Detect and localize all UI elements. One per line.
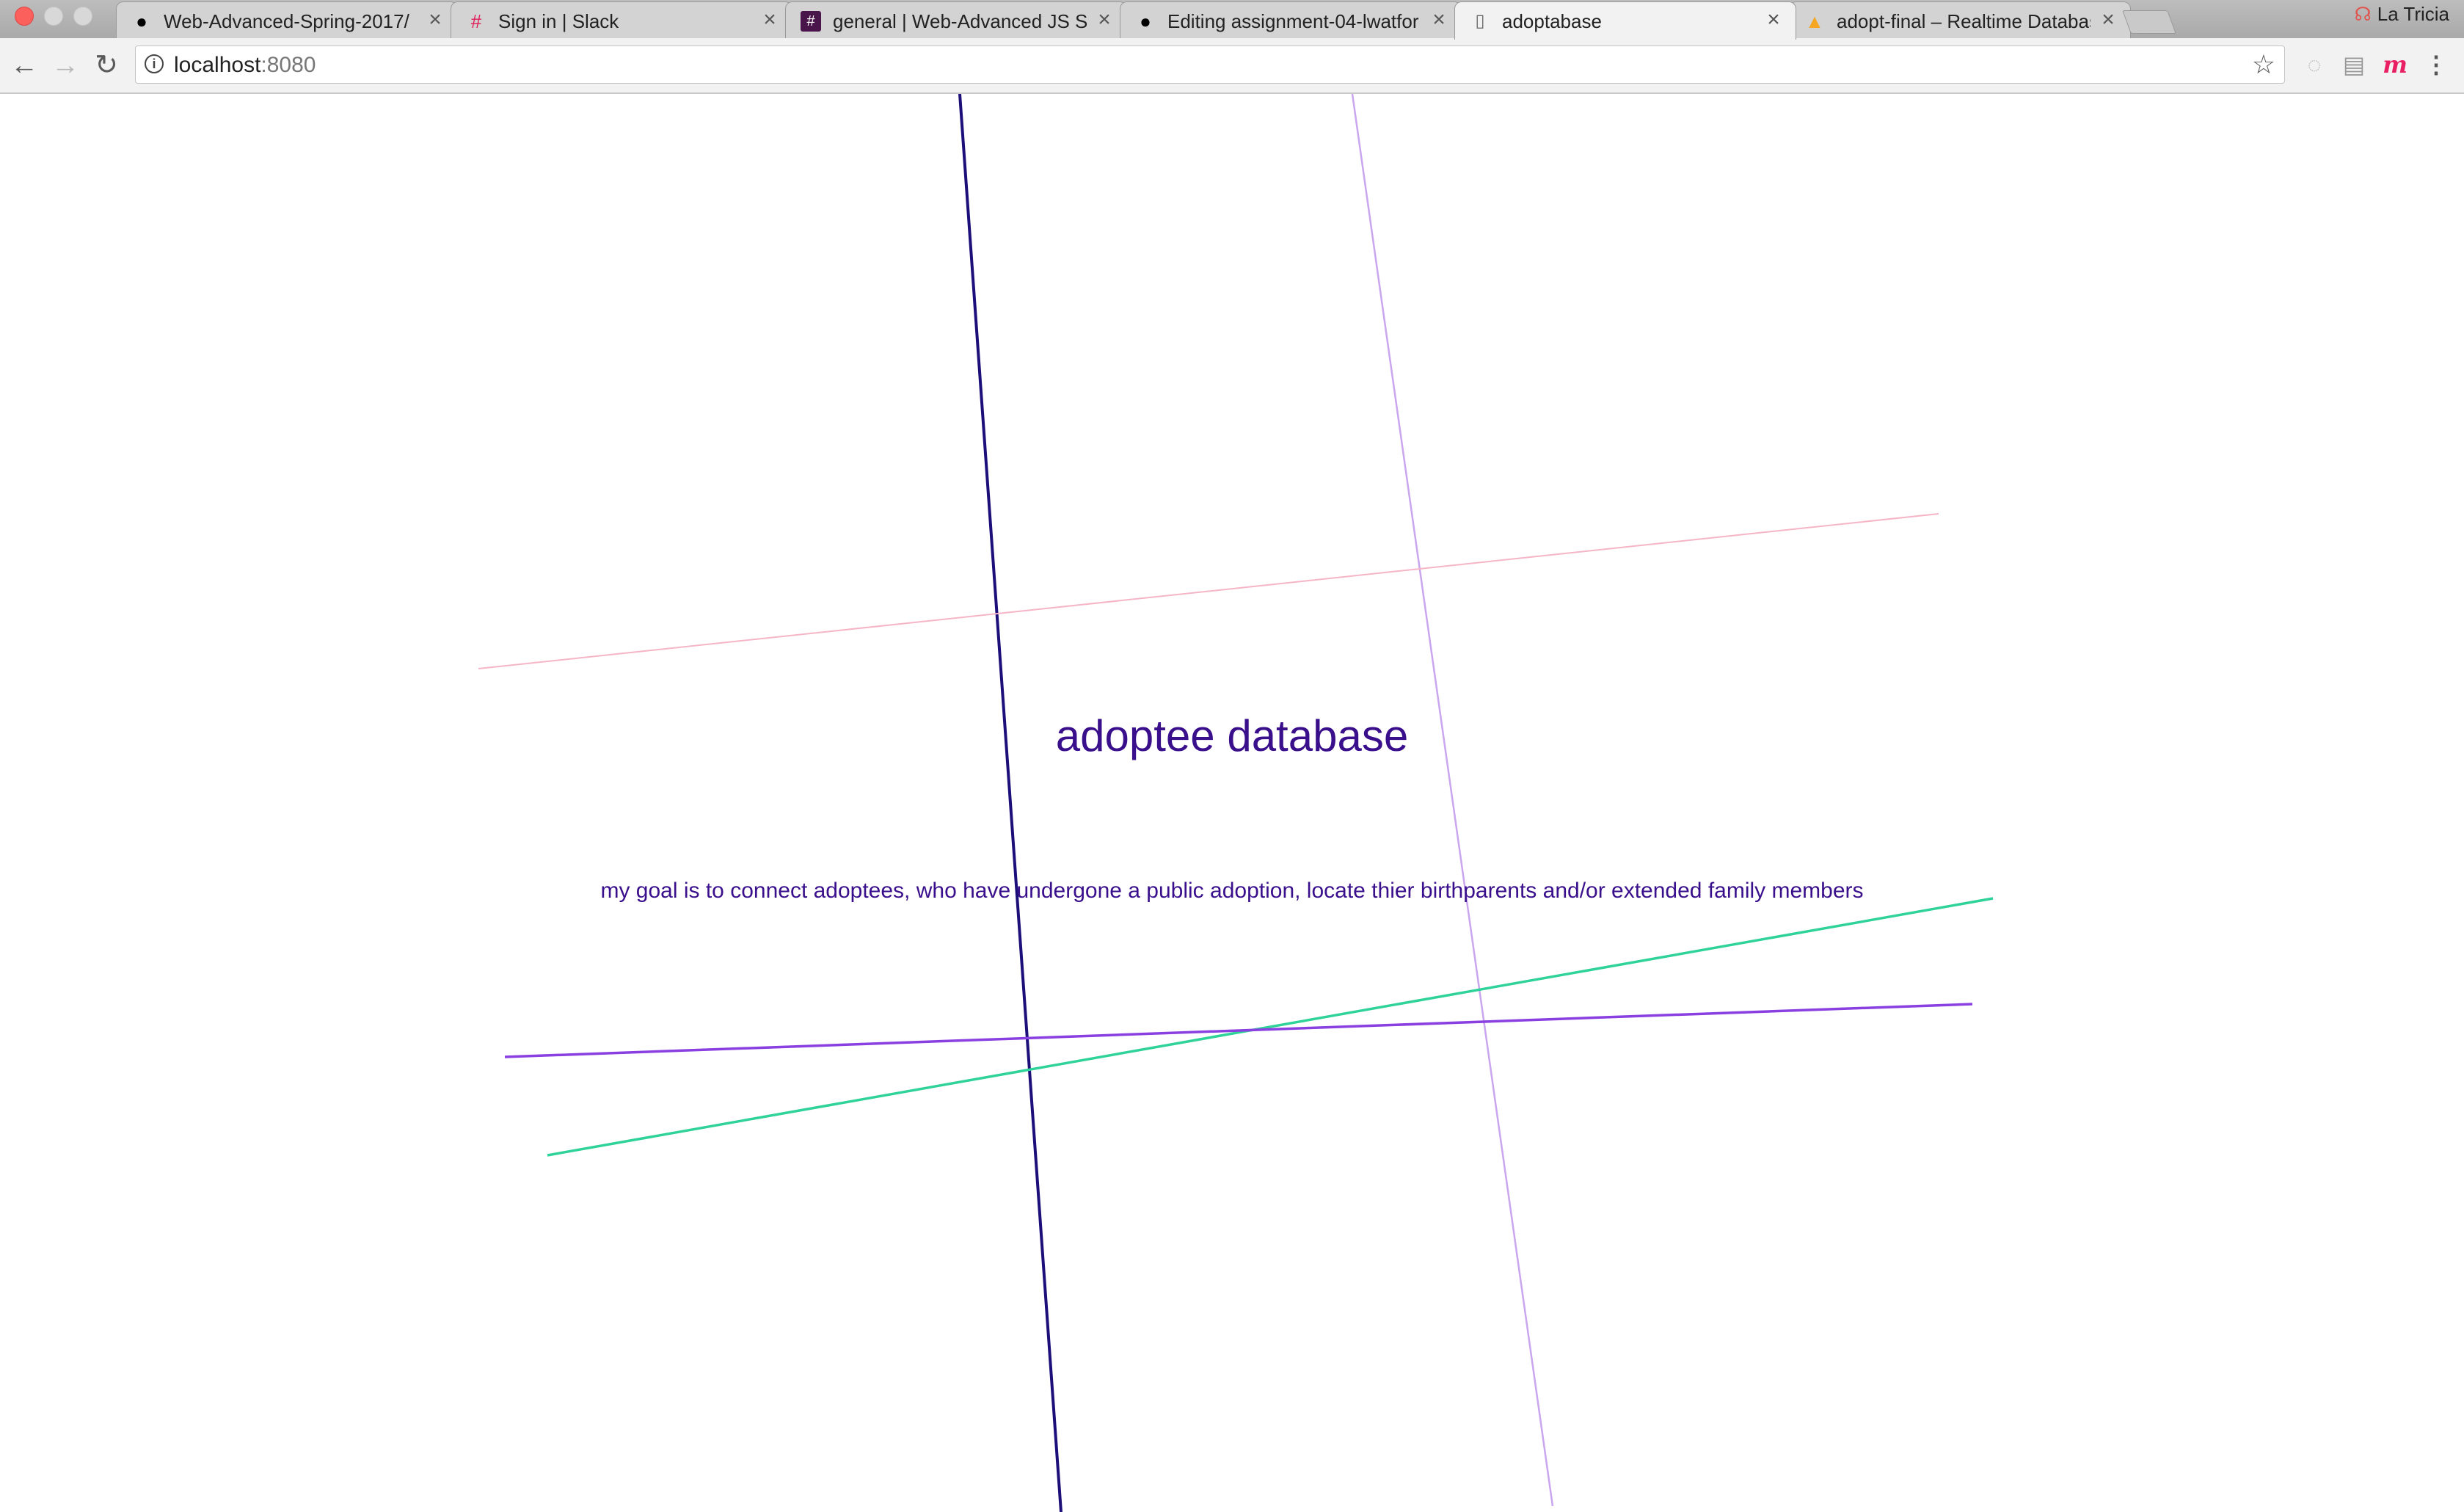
decorative-lines <box>478 94 1994 1512</box>
browser-tab[interactable]: ● Web-Advanced-Spring-2017/ × <box>116 1 458 38</box>
tab-label: Web-Advanced-Spring-2017/ <box>164 10 409 32</box>
forward-arrow-icon[interactable]: → <box>48 48 82 82</box>
close-icon[interactable]: × <box>1094 7 1115 32</box>
extension-icon[interactable]: ◌ <box>2300 50 2329 79</box>
address-bar[interactable]: i localhost:8080 ☆ <box>135 46 2285 84</box>
page-title: adoptee database <box>1055 711 1409 760</box>
profile-name: La Tricia <box>2377 3 2449 25</box>
slack-icon: # <box>470 10 482 32</box>
url-port: :8080 <box>260 53 316 77</box>
window-close-button[interactable] <box>15 7 34 26</box>
browser-tab[interactable]: ● Editing assignment-04-lwatfor × <box>1120 1 1462 38</box>
tab-label: Sign in | Slack <box>498 10 619 32</box>
tab-label: adoptabase <box>1502 10 1602 32</box>
url-text[interactable]: localhost:8080 <box>174 53 316 78</box>
close-icon[interactable]: × <box>425 7 445 32</box>
extension-m-icon[interactable]: m <box>2380 50 2410 79</box>
line-lavender <box>1351 94 1554 1507</box>
tab-label: Editing assignment-04-lwatfor <box>1167 10 1419 32</box>
firebase-icon: ▲ <box>1805 10 1824 32</box>
line-pink <box>478 513 1939 669</box>
back-arrow-icon[interactable]: ← <box>7 48 41 82</box>
tab-strip: ● Web-Advanced-Spring-2017/ × # Sign in … <box>0 0 2464 40</box>
browser-tab[interactable]: # Sign in | Slack × <box>451 1 792 38</box>
github-icon: ● <box>136 10 147 32</box>
tab-label: general | Web-Advanced JS Sl <box>833 10 1087 32</box>
extension-grid-icon[interactable]: ▤ <box>2339 50 2369 79</box>
profile-icon: ☊ <box>2354 3 2372 25</box>
bookmark-star-icon[interactable]: ☆ <box>2252 49 2275 80</box>
page-icon: ▯ <box>1475 11 1485 31</box>
window-minimize-button[interactable] <box>44 7 63 26</box>
line-purple <box>504 1003 1973 1058</box>
browser-toolbar: ← → ↻ i localhost:8080 ☆ ◌ ▤ m ⋮ <box>0 38 2464 94</box>
menu-kebab-icon[interactable]: ⋮ <box>2421 50 2451 79</box>
window-maximize-button[interactable] <box>73 7 92 26</box>
close-icon[interactable]: × <box>2098 7 2118 32</box>
close-icon[interactable]: × <box>759 7 780 32</box>
github-icon: ● <box>1140 10 1151 32</box>
line-green <box>547 897 1994 1157</box>
reload-icon[interactable]: ↻ <box>90 48 123 82</box>
browser-tab-active[interactable]: ▯ adoptabase × <box>1454 1 1796 40</box>
line-dark-navy <box>958 94 1062 1512</box>
page-description: my goal is to connect adoptees, who have… <box>600 879 1864 903</box>
new-tab-button[interactable] <box>2122 10 2176 34</box>
tab-label: adopt-final – Realtime Databas <box>1837 10 2091 32</box>
url-host: localhost <box>174 53 261 77</box>
browser-tab[interactable]: ▲ adopt-final – Realtime Databas × <box>1789 1 2131 38</box>
close-icon[interactable]: × <box>1763 7 1784 32</box>
browser-tab[interactable]: # general | Web-Advanced JS Sl × <box>785 1 1127 38</box>
page-content: adoptee database my goal is to connect a… <box>0 94 2464 1512</box>
info-icon[interactable]: i <box>145 54 164 73</box>
profile-button[interactable]: ☊ La Tricia <box>2355 3 2449 26</box>
close-icon[interactable]: × <box>1429 7 1449 32</box>
hash-icon: # <box>801 11 821 32</box>
